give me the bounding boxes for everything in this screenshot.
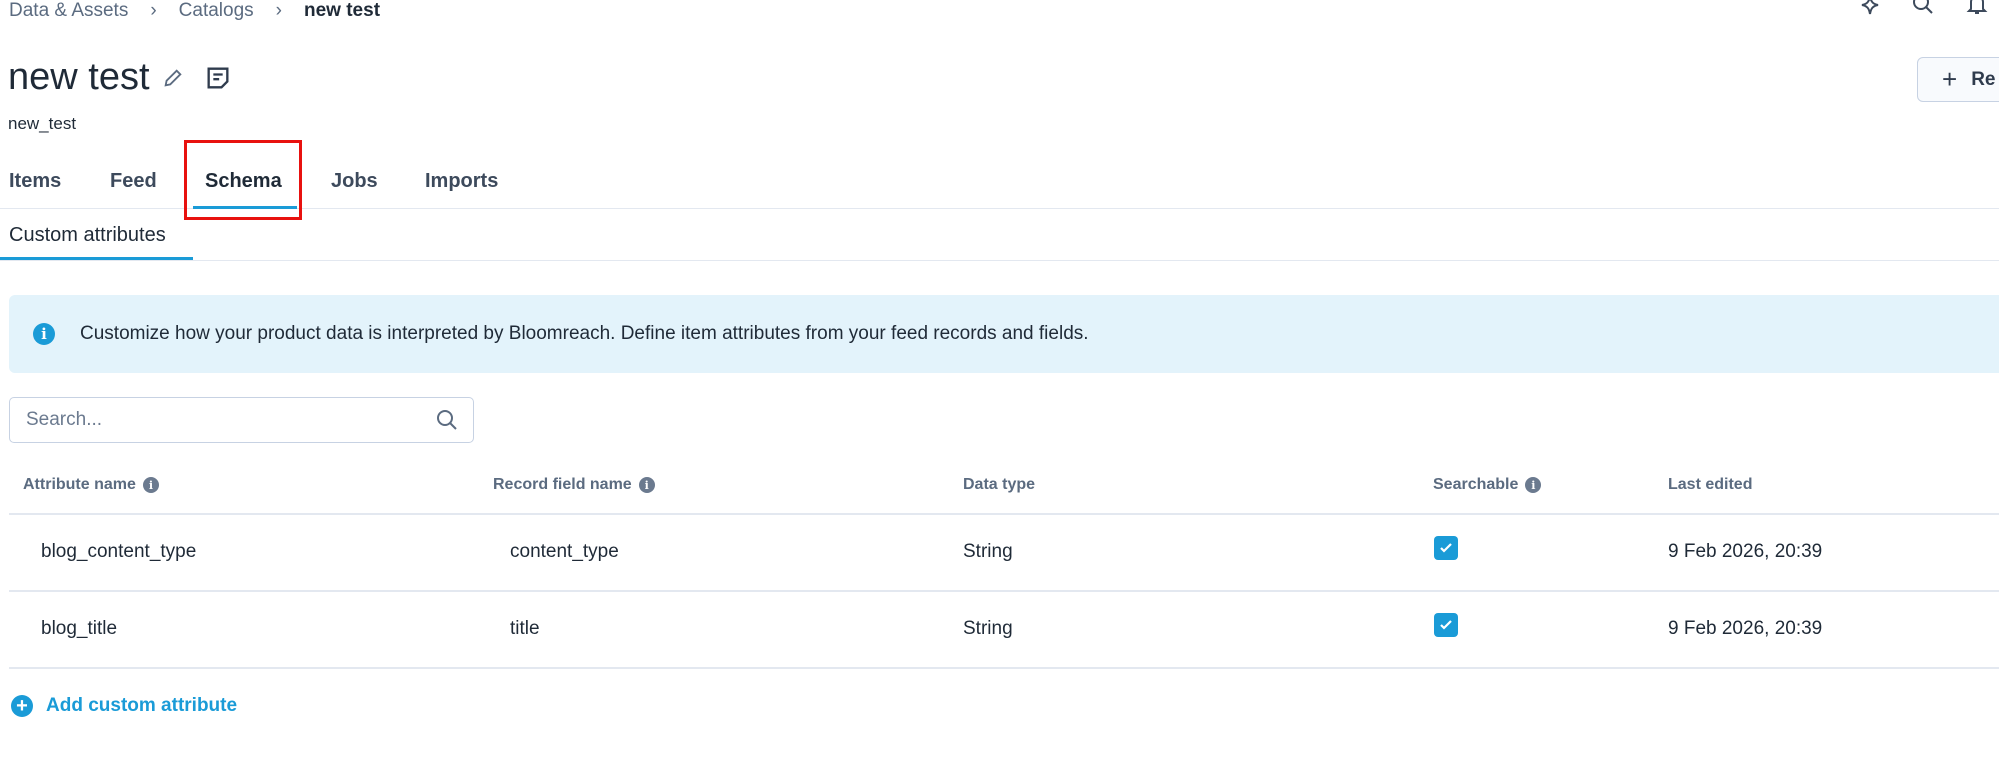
breadcrumb-catalogs[interactable]: Catalogs [179,0,254,22]
note-icon[interactable] [204,64,232,92]
searchable-checkbox[interactable] [1434,536,1458,560]
last-edited-cell: 9 Feb 2026, 20:39 [1668,618,1823,639]
page-subtitle: new_test [8,114,77,133]
bell-icon[interactable] [1965,0,1989,16]
add-custom-attribute-button[interactable]: + Add custom attribute [11,695,237,717]
column-header-attribute-name[interactable]: Attribute name i [23,476,159,494]
search-icon[interactable] [1911,0,1935,16]
info-icon[interactable]: i [638,477,655,493]
check-icon [1440,543,1452,553]
chevron-right-icon: › [150,0,157,21]
column-header-record-field-name[interactable]: Record field name i [493,476,655,494]
search-input[interactable] [26,409,435,431]
breadcrumb-current: new test [304,0,381,21]
record-field-cell: content_type [510,541,619,562]
column-header-last-edited[interactable]: Last edited [1668,476,1752,494]
page-title: new test [8,56,150,98]
table-row[interactable]: blog_content_type content_type String 9 … [0,514,1999,590]
tab-imports[interactable]: Imports [425,170,498,193]
record-field-cell: title [510,618,540,639]
chevron-right-icon: › [275,0,282,21]
highlight-box [184,140,302,220]
sparkle-icon[interactable] [1857,0,1881,16]
tab-jobs[interactable]: Jobs [331,170,378,193]
info-icon[interactable]: i [1525,477,1542,493]
breadcrumb-data-assets[interactable]: Data & Assets [9,0,128,22]
subtab-bar: Custom attributes [0,222,1999,261]
search-icon[interactable] [435,408,459,432]
divider [9,667,1999,669]
subtab-custom-attributes[interactable]: Custom attributes [9,224,166,247]
info-banner: i Customize how your product data is int… [9,295,1999,373]
data-type-cell: String [963,541,1013,562]
searchable-checkbox[interactable] [1434,613,1458,637]
plus-icon: + [1942,64,1958,94]
data-type-cell: String [963,618,1013,639]
active-subtab-indicator [0,257,193,260]
attribute-name-cell: blog_content_type [41,541,197,562]
add-button[interactable]: + Re [1917,57,1999,102]
table-row[interactable]: blog_title title String 9 Feb 2026, 20:3… [0,591,1999,667]
info-banner-text: Customize how your product data is inter… [80,323,1089,344]
column-header-data-type[interactable]: Data type [963,476,1035,494]
info-icon: i [33,323,55,345]
top-toolbar [1857,0,1989,16]
tab-feed[interactable]: Feed [110,170,157,193]
plus-circle-icon: + [11,695,33,717]
search-field [9,397,474,443]
pencil-icon[interactable] [162,67,184,89]
last-edited-cell: 9 Feb 2026, 20:39 [1668,541,1823,562]
column-header-searchable[interactable]: Searchable i [1433,476,1542,494]
tab-items[interactable]: Items [9,170,61,193]
attribute-name-cell: blog_title [41,618,118,639]
breadcrumb: Data & Assets › Catalogs › new test [9,0,380,22]
check-icon [1440,620,1452,630]
page-title-row: new test [8,56,232,99]
info-icon[interactable]: i [142,477,159,493]
